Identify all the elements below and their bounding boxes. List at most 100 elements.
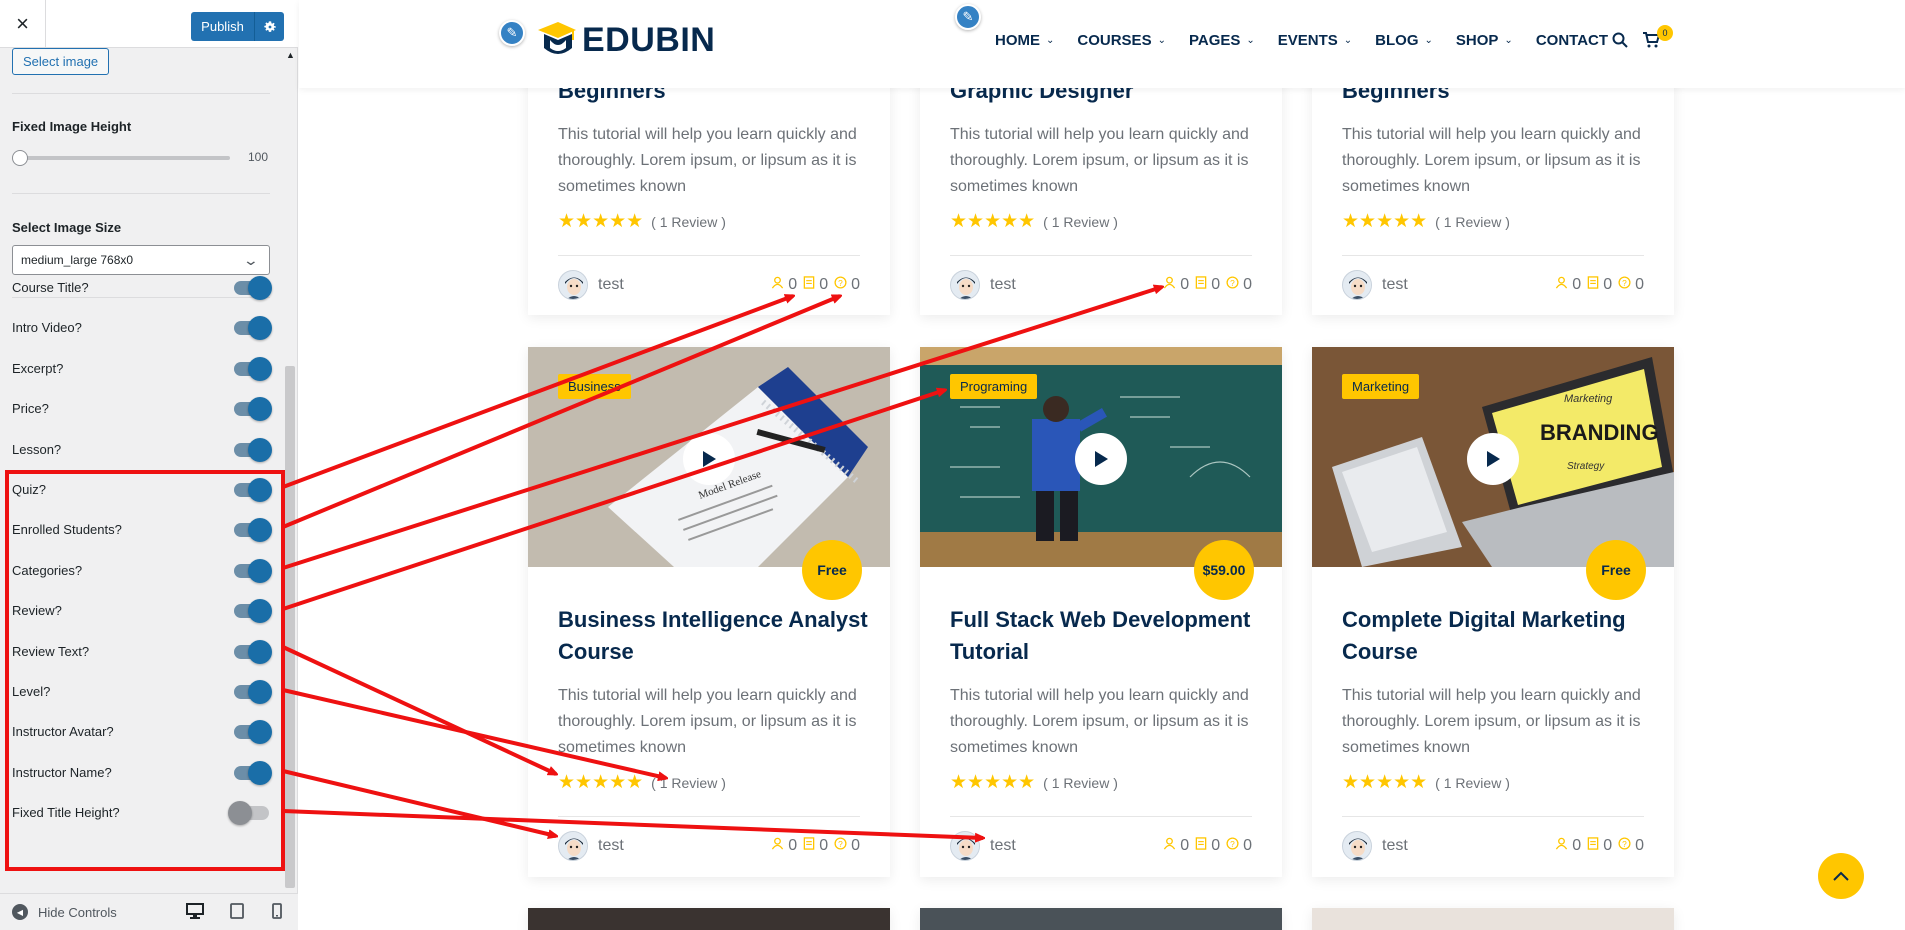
instructor[interactable]: test bbox=[950, 831, 1016, 861]
course-thumbnail[interactable]: Programing bbox=[920, 347, 1282, 567]
quiz-count: ? 0 bbox=[834, 276, 860, 294]
quiz-icon: ? bbox=[1618, 837, 1631, 855]
edit-menu-shortcut[interactable]: ✎ bbox=[955, 4, 981, 30]
image-size-select[interactable]: medium_large 768x0 ⌄ bbox=[12, 245, 270, 275]
course-card-2[interactable]: Programing $59.00 Full Stack Web Develop… bbox=[920, 347, 1282, 877]
instructor[interactable]: test bbox=[558, 270, 624, 300]
course-title[interactable]: Full Stack Web Development Tutorial bbox=[950, 604, 1260, 668]
svg-text:?: ? bbox=[838, 839, 843, 849]
play-video-button[interactable] bbox=[1467, 433, 1519, 485]
toggle-knob bbox=[228, 801, 252, 826]
toggle-switch[interactable] bbox=[234, 276, 272, 300]
lesson-icon bbox=[1587, 837, 1599, 855]
nav-item-pages[interactable]: PAGES ⌄ bbox=[1189, 32, 1255, 49]
site-header: ✎ ✎ EDUBIN HOME ⌄ COURSES ⌄ PAGES ⌄ EVENTS ⌄ BLO… bbox=[299, 0, 1905, 88]
scroll-up-icon[interactable]: ▲ bbox=[286, 50, 295, 60]
course-card-next-2[interactable] bbox=[920, 908, 1282, 930]
instructor[interactable]: test bbox=[1342, 831, 1408, 861]
chevron-down-icon: ⌄ bbox=[1046, 35, 1055, 46]
svg-text:?: ? bbox=[838, 278, 843, 288]
toggle-switch[interactable] bbox=[234, 558, 272, 583]
toggle-switch[interactable] bbox=[234, 316, 272, 341]
course-thumbnail[interactable]: Marketing BRANDING Strategy Marketing bbox=[1312, 347, 1674, 567]
user-icon bbox=[771, 837, 784, 855]
course-excerpt: This tutorial will help you learn quickl… bbox=[950, 126, 1249, 195]
instructor[interactable]: test bbox=[558, 831, 624, 861]
toggle-label: Quiz? bbox=[12, 482, 46, 497]
search-button[interactable] bbox=[1612, 32, 1628, 53]
mobile-preview-button[interactable] bbox=[268, 902, 286, 920]
publish-settings-button[interactable] bbox=[254, 12, 284, 41]
desktop-preview-button[interactable] bbox=[186, 902, 204, 920]
user-icon bbox=[1163, 276, 1176, 294]
toggle-switch[interactable] bbox=[234, 397, 272, 422]
category-badge[interactable]: Marketing bbox=[1342, 374, 1420, 399]
image-height-slider-track[interactable] bbox=[20, 156, 230, 160]
publish-button-group: Publish bbox=[191, 12, 284, 41]
course-thumbnail[interactable]: Model Release Business bbox=[528, 347, 890, 567]
toggle-switch[interactable] bbox=[234, 518, 272, 543]
category-badge[interactable]: Programing bbox=[950, 374, 1038, 399]
toggle-switch[interactable] bbox=[234, 639, 272, 664]
category-badge[interactable]: Business bbox=[558, 374, 631, 399]
course-title[interactable]: Complete Digital Marketing Course bbox=[1342, 604, 1652, 668]
divider bbox=[950, 255, 1252, 256]
scrollbar-thumb[interactable] bbox=[285, 366, 295, 888]
lesson-count: 0 bbox=[1587, 276, 1612, 294]
image-height-slider-handle[interactable] bbox=[12, 150, 28, 166]
course-excerpt: This tutorial will help you learn quickl… bbox=[558, 687, 857, 756]
student-count: 0 bbox=[1163, 837, 1189, 855]
nav-item-shop[interactable]: SHOP ⌄ bbox=[1456, 32, 1513, 49]
gear-icon bbox=[263, 20, 276, 32]
toggle-switch[interactable] bbox=[234, 478, 272, 502]
course-card-3[interactable]: Marketing BRANDING Strategy Marketing Fr… bbox=[1312, 347, 1674, 877]
toggle-switch[interactable] bbox=[234, 356, 272, 381]
toggle-switch[interactable] bbox=[234, 437, 272, 462]
toggle-switch[interactable] bbox=[234, 760, 272, 785]
instructor[interactable]: test bbox=[1342, 270, 1408, 300]
lesson-icon bbox=[803, 276, 815, 294]
tablet-preview-button[interactable] bbox=[228, 902, 246, 920]
quiz-count-value: 0 bbox=[1635, 276, 1644, 293]
nav-item-events[interactable]: EVENTS ⌄ bbox=[1278, 32, 1352, 49]
nav-item-blog[interactable]: BLOG ⌄ bbox=[1375, 32, 1433, 49]
hide-controls-button[interactable]: ◀ Hide Controls bbox=[12, 904, 117, 920]
toggle-switch[interactable] bbox=[234, 720, 272, 745]
edit-logo-shortcut[interactable]: ✎ bbox=[499, 20, 525, 46]
toggle-knob bbox=[248, 599, 272, 624]
instructor-avatar bbox=[1342, 831, 1372, 861]
instructor[interactable]: test bbox=[950, 270, 1016, 300]
toggle-switch[interactable] bbox=[234, 599, 272, 624]
play-video-button[interactable] bbox=[683, 433, 735, 485]
toggle-switch[interactable] bbox=[234, 680, 272, 704]
toggle-label: Price? bbox=[12, 401, 49, 417]
review-text: ( 1 Review ) bbox=[1435, 774, 1510, 791]
tablet-icon bbox=[230, 903, 244, 919]
svg-text:?: ? bbox=[1230, 839, 1235, 849]
svg-text:?: ? bbox=[1622, 839, 1627, 849]
toggle-row: Review? bbox=[12, 599, 274, 624]
nav-item-label: PAGES bbox=[1188, 32, 1241, 49]
student-count-value: 0 bbox=[788, 837, 798, 854]
course-card-1[interactable]: Model Release Business Free Business Int… bbox=[528, 347, 890, 877]
play-video-button[interactable] bbox=[1075, 433, 1127, 485]
course-card-next-3[interactable] bbox=[1312, 908, 1674, 930]
toggle-label: Enrolled Students? bbox=[12, 522, 122, 538]
back-to-top-button[interactable] bbox=[1818, 853, 1864, 899]
publish-button[interactable]: Publish bbox=[191, 19, 254, 34]
course-card-next-1[interactable] bbox=[528, 908, 890, 930]
search-icon bbox=[1612, 32, 1628, 48]
quiz-icon: ? bbox=[834, 837, 847, 855]
select-image-button[interactable]: Select image bbox=[12, 48, 110, 75]
sidebar-scrollbar[interactable]: ▲ bbox=[284, 48, 296, 893]
toggle-row: Categories? bbox=[12, 558, 274, 583]
close-customizer-button[interactable]: × bbox=[0, 0, 46, 48]
price-badge: Free bbox=[1586, 540, 1646, 600]
nav-item-courses[interactable]: COURSES ⌄ bbox=[1077, 32, 1166, 49]
site-logo[interactable]: EDUBIN bbox=[534, 18, 715, 62]
toggle-switch[interactable] bbox=[228, 801, 269, 826]
nav-item-contact[interactable]: CONTACT bbox=[1536, 32, 1608, 49]
course-title[interactable]: Business Intelligence Analyst Course bbox=[558, 604, 868, 668]
toggle-label: Instructor Avatar? bbox=[12, 724, 114, 740]
nav-item-home[interactable]: HOME ⌄ bbox=[995, 32, 1054, 49]
